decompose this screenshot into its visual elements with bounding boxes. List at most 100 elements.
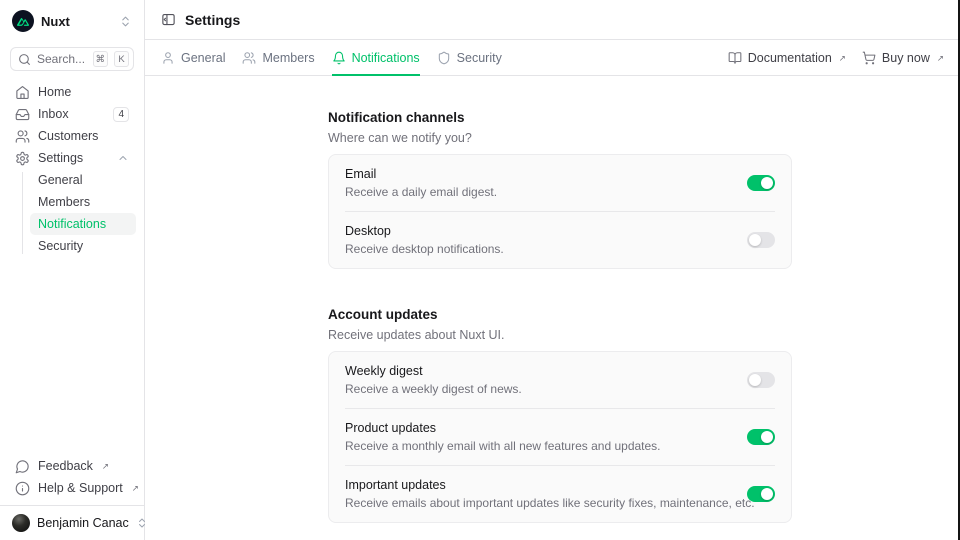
- kbd-cmd: ⌘: [93, 51, 109, 67]
- setting-description: Receive a weekly digest of news.: [345, 382, 522, 397]
- buy-now-link[interactable]: Buy now↗: [862, 51, 944, 65]
- help-support-link[interactable]: Help & Support↗: [8, 477, 136, 499]
- setting-title: Important updates: [345, 477, 733, 493]
- weekly-digest-toggle[interactable]: [747, 372, 775, 388]
- section-title: Account updates: [328, 306, 792, 323]
- user-name: Benjamin Canac: [37, 516, 129, 530]
- kbd-k: K: [114, 51, 129, 67]
- feedback-link[interactable]: Feedback↗: [8, 455, 136, 477]
- settings-card: Weekly digest Receive a weekly digest of…: [328, 351, 792, 523]
- sidebar-item-inbox[interactable]: Inbox 4: [8, 103, 136, 125]
- important-updates-toggle[interactable]: [747, 486, 775, 502]
- setting-texts: Product updates Receive a monthly email …: [345, 420, 661, 454]
- users-icon: [242, 51, 256, 65]
- section-notification-channels: Notification channels Where can we notif…: [328, 109, 792, 269]
- tab-security[interactable]: Security: [437, 40, 502, 75]
- sidebar-item-notifications[interactable]: Notifications: [30, 213, 136, 235]
- tabs: General Members Notifications: [161, 40, 502, 75]
- settings-subnav: General Members Notifications Security: [8, 169, 136, 257]
- sidebar-item-customers[interactable]: Customers: [8, 125, 136, 147]
- workspace-name: Nuxt: [41, 14, 112, 29]
- home-icon: [15, 85, 30, 100]
- sidebar-item-label: Settings: [38, 151, 83, 165]
- shield-icon: [437, 51, 451, 65]
- main-panel: Settings General Members: [145, 0, 960, 540]
- book-open-icon: [728, 51, 742, 65]
- setting-row-email: Email Receive a daily email digest.: [329, 155, 791, 211]
- setting-row-product-updates: Product updates Receive a monthly email …: [329, 409, 791, 465]
- bell-icon: [332, 51, 346, 65]
- user-menu[interactable]: Benjamin Canac: [12, 511, 134, 535]
- workspace-switcher[interactable]: Nuxt: [8, 8, 136, 34]
- setting-texts: Desktop Receive desktop notifications.: [345, 223, 504, 257]
- setting-title: Product updates: [345, 420, 661, 436]
- app-window: Nuxt Search... ⌘ K Home: [0, 0, 960, 540]
- chevron-up-icon: [117, 152, 129, 164]
- section-title: Notification channels: [328, 109, 792, 126]
- sidebar-item-label: Members: [38, 195, 90, 209]
- section-description: Where can we notify you?: [328, 130, 792, 146]
- setting-texts: Weekly digest Receive a weekly digest of…: [345, 363, 522, 397]
- setting-row-weekly-digest: Weekly digest Receive a weekly digest of…: [329, 352, 791, 408]
- footer-link-label: Feedback: [38, 459, 93, 473]
- tab-label: Security: [457, 51, 502, 65]
- desktop-toggle[interactable]: [747, 232, 775, 248]
- tab-general[interactable]: General: [161, 40, 225, 75]
- users-icon: [15, 129, 30, 144]
- setting-description: Receive a daily email digest.: [345, 185, 497, 200]
- setting-description: Receive a monthly email with all new fea…: [345, 439, 661, 454]
- sidebar-item-label: General: [38, 173, 82, 187]
- sidebar-nav: Home Inbox 4 Customers Settings: [8, 81, 136, 257]
- content-column: Notification channels Where can we notif…: [328, 109, 792, 523]
- sidebar-item-security[interactable]: Security: [30, 235, 136, 257]
- search-input[interactable]: Search... ⌘ K: [10, 47, 134, 71]
- tab-label: General: [181, 51, 225, 65]
- sidebar-item-settings[interactable]: Settings: [8, 147, 136, 169]
- section-description: Receive updates about Nuxt UI.: [328, 327, 792, 343]
- tab-label: Members: [262, 51, 314, 65]
- info-circle-icon: [15, 481, 30, 496]
- setting-title: Email: [345, 166, 497, 182]
- setting-texts: Email Receive a daily email digest.: [345, 166, 497, 200]
- panel-left-close-icon: [161, 12, 176, 27]
- sidebar-item-label: Customers: [38, 129, 98, 143]
- settings-content: Notification channels Where can we notif…: [145, 76, 960, 540]
- search-placeholder: Search...: [37, 52, 87, 66]
- settings-card: Email Receive a daily email digest. Desk…: [328, 154, 792, 269]
- setting-title: Weekly digest: [345, 363, 522, 379]
- sidebar-spacer: [8, 257, 136, 455]
- user-icon: [161, 51, 175, 65]
- page-title: Settings: [185, 12, 240, 28]
- tab-notifications[interactable]: Notifications: [332, 40, 420, 75]
- settings-tabbar: General Members Notifications: [145, 40, 960, 76]
- setting-texts: Important updates Receive emails about i…: [345, 477, 733, 511]
- sidebar-item-home[interactable]: Home: [8, 81, 136, 103]
- header-links: Documentation↗ Buy now↗: [728, 40, 944, 75]
- sidebar: Nuxt Search... ⌘ K Home: [0, 0, 145, 540]
- section-account-updates: Account updates Receive updates about Nu…: [328, 306, 792, 523]
- sidebar-item-label: Home: [38, 85, 71, 99]
- inbox-count-badge: 4: [113, 107, 129, 122]
- chat-bubble-icon: [15, 459, 30, 474]
- sidebar-item-members[interactable]: Members: [30, 191, 136, 213]
- tab-label: Notifications: [352, 51, 420, 65]
- collapse-sidebar-button[interactable]: [161, 12, 176, 27]
- sidebar-item-general[interactable]: General: [30, 169, 136, 191]
- setting-row-desktop: Desktop Receive desktop notifications.: [329, 212, 791, 268]
- sidebar-user-section: Benjamin Canac: [0, 505, 144, 540]
- tab-members[interactable]: Members: [242, 40, 314, 75]
- gear-icon: [15, 151, 30, 166]
- nuxt-logo-icon: [12, 10, 34, 32]
- avatar: [12, 514, 30, 532]
- setting-row-important-updates: Important updates Receive emails about i…: [329, 466, 791, 522]
- setting-title: Desktop: [345, 223, 504, 239]
- product-updates-toggle[interactable]: [747, 429, 775, 445]
- email-toggle[interactable]: [747, 175, 775, 191]
- header-link-label: Buy now: [882, 51, 930, 65]
- sidebar-item-label: Security: [38, 239, 83, 253]
- inbox-icon: [15, 107, 30, 122]
- shopping-cart-icon: [862, 51, 876, 65]
- documentation-link[interactable]: Documentation↗: [728, 51, 846, 65]
- footer-link-label: Help & Support: [38, 481, 123, 495]
- chevrons-up-down-icon: [119, 15, 132, 28]
